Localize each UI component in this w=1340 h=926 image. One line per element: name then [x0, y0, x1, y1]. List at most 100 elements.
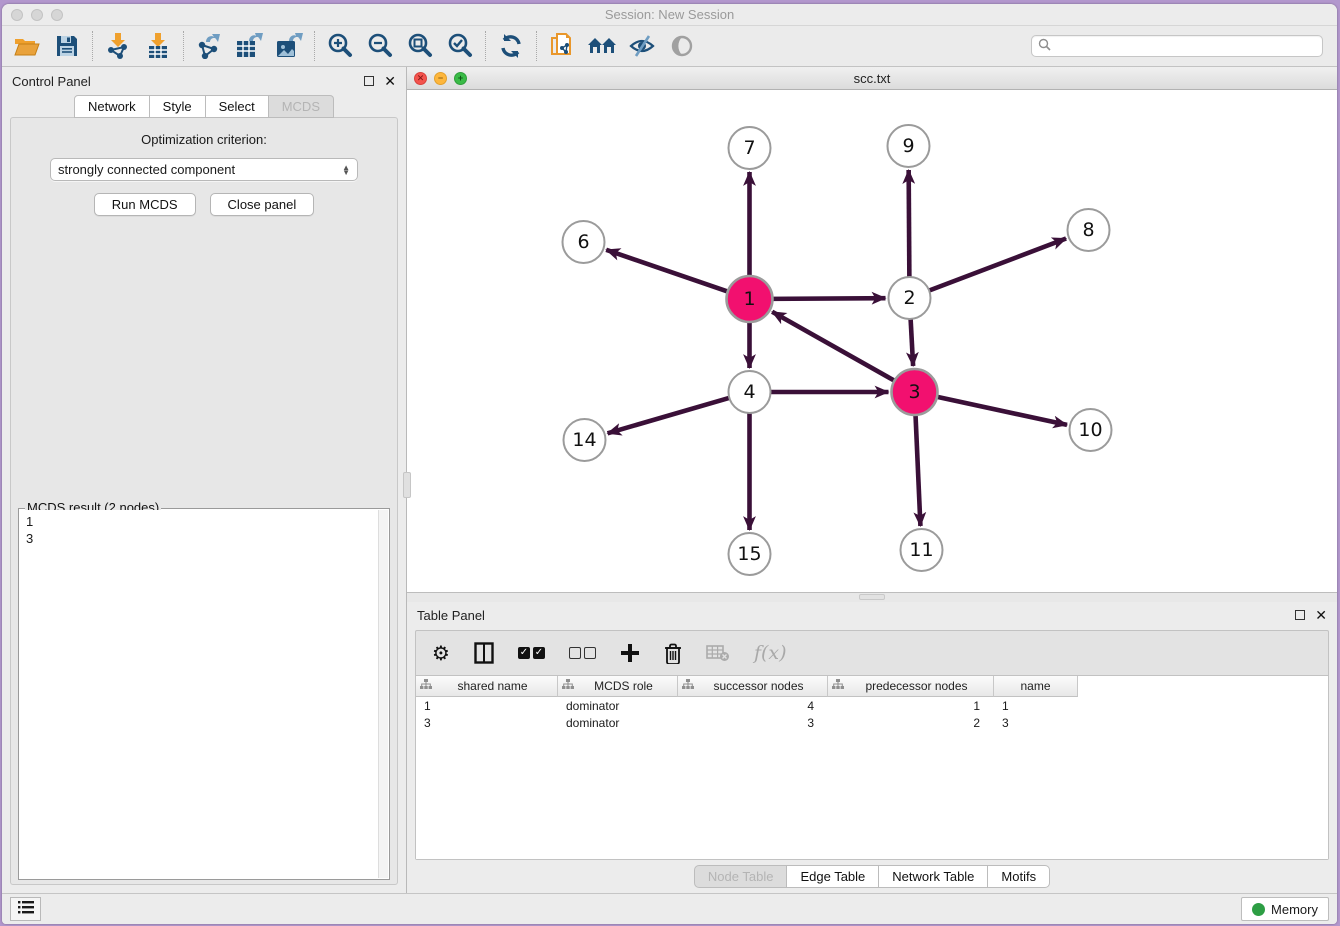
control-panel-title: Control Panel	[12, 74, 91, 89]
tab-mcds[interactable]: MCDS	[269, 95, 334, 118]
search-input[interactable]	[1055, 39, 1316, 53]
table-header-row: shared name MCDS role successor nodes	[416, 676, 1328, 697]
horizontal-splitter[interactable]	[407, 593, 1337, 602]
tab-network[interactable]: Network	[74, 95, 150, 118]
mcds-result-text: 1 3	[20, 510, 378, 878]
cell-shared-name[interactable]: 1	[416, 697, 558, 714]
col-header-name[interactable]: name	[994, 676, 1078, 697]
task-history-button[interactable]	[10, 897, 41, 921]
optimization-criterion-label: Optimization criterion:	[141, 132, 267, 147]
tab-node-table[interactable]: Node Table	[694, 865, 788, 888]
col-header-successor-nodes[interactable]: successor nodes	[678, 676, 828, 697]
show-hidden-button[interactable]	[667, 32, 697, 60]
app-window: Session: New Session	[2, 4, 1337, 924]
save-session-button[interactable]	[52, 32, 82, 60]
table-close-panel-icon[interactable]: ✕	[1315, 610, 1327, 620]
close-panel-icon[interactable]: ✕	[384, 76, 396, 86]
cell-successor-nodes[interactable]: 3	[678, 714, 828, 731]
zoom-in-button[interactable]	[325, 32, 355, 60]
cell-predecessor-nodes[interactable]: 2	[828, 714, 994, 731]
select-all-icon[interactable]: ✓✓	[518, 647, 545, 659]
table-row[interactable]: 3 dominator 3 2 3	[416, 714, 1328, 731]
export-network-icon	[196, 33, 222, 59]
zoom-in-icon	[327, 33, 353, 59]
export-image-button[interactable]	[274, 32, 304, 60]
vertical-splitter-handle[interactable]	[403, 472, 411, 498]
network-view-window: ✕ − + scc.txt 12346789101114	[407, 67, 1337, 593]
delete-row-trash-icon[interactable]	[664, 643, 682, 664]
result-scrollbar[interactable]	[378, 510, 388, 878]
table-float-panel-icon[interactable]	[1295, 610, 1305, 620]
list-icon	[18, 901, 34, 917]
refresh-button[interactable]	[496, 32, 526, 60]
export-table-icon	[235, 33, 263, 59]
run-mcds-button[interactable]: Run MCDS	[94, 193, 196, 216]
hide-eye-icon	[629, 34, 655, 58]
cell-name[interactable]: 1	[994, 697, 1078, 714]
duplicate-network-button[interactable]	[547, 32, 577, 60]
cell-mcds-role[interactable]: dominator	[558, 714, 678, 731]
open-file-button[interactable]	[12, 32, 42, 60]
graph-edge-2-3[interactable]	[911, 317, 914, 366]
titlebar: Session: New Session	[2, 4, 1337, 26]
import-network-button[interactable]	[103, 32, 133, 60]
memory-button[interactable]: Memory	[1241, 897, 1329, 921]
control-panel-header: Control Panel ✕	[2, 67, 406, 95]
horizontal-splitter-handle[interactable]	[859, 594, 885, 600]
tab-network-table[interactable]: Network Table	[879, 865, 988, 888]
graph-node-label: 14	[572, 429, 596, 451]
tab-motifs[interactable]: Motifs	[988, 865, 1050, 888]
graph-edge-4-14[interactable]	[608, 397, 732, 433]
first-neighbors-button[interactable]	[587, 32, 617, 60]
export-table-button[interactable]	[234, 32, 264, 60]
show-column-icon[interactable]	[474, 642, 494, 664]
network-canvas[interactable]: 1234678910111415	[407, 90, 1337, 592]
graph-node-label: 2	[903, 287, 915, 309]
add-row-icon[interactable]	[620, 643, 640, 663]
cell-predecessor-nodes[interactable]: 1	[828, 697, 994, 714]
graph-edge-2-9[interactable]	[909, 170, 910, 279]
cell-shared-name[interactable]: 3	[416, 714, 558, 731]
import-table-button[interactable]	[143, 32, 173, 60]
export-network-button[interactable]	[194, 32, 224, 60]
tab-edge-table[interactable]: Edge Table	[787, 865, 879, 888]
graph-edge-2-8[interactable]	[927, 239, 1066, 292]
cell-successor-nodes[interactable]: 4	[678, 697, 828, 714]
graph-edge-1-6[interactable]	[606, 250, 729, 292]
cell-name[interactable]: 3	[994, 714, 1078, 731]
table-row[interactable]: 1 dominator 4 1 1	[416, 697, 1328, 714]
hide-selected-button[interactable]	[627, 32, 657, 60]
main-toolbar	[2, 26, 1337, 67]
fit-content-button[interactable]	[405, 32, 435, 60]
zoom-selected-button[interactable]	[445, 32, 475, 60]
hierarchy-icon	[420, 679, 432, 693]
graph-edge-3-10[interactable]	[935, 396, 1067, 425]
tab-select[interactable]: Select	[206, 95, 269, 118]
table-settings-gear-icon[interactable]: ⚙	[432, 641, 450, 666]
export-image-icon	[275, 33, 303, 59]
graph-edge-3-1[interactable]	[772, 312, 896, 382]
open-folder-icon	[14, 35, 40, 57]
col-header-mcds-role[interactable]: MCDS role	[558, 676, 678, 697]
graph-edge-1-2[interactable]	[770, 298, 885, 299]
deselect-all-icon[interactable]	[569, 647, 596, 659]
close-panel-button[interactable]: Close panel	[210, 193, 315, 216]
graph-node-label: 6	[577, 231, 589, 253]
search-field-wrap	[1031, 35, 1323, 57]
col-header-shared-name[interactable]: shared name	[416, 676, 558, 697]
graph-node-label: 1	[743, 288, 755, 310]
tab-style[interactable]: Style	[150, 95, 206, 118]
zoom-selected-icon	[447, 33, 473, 59]
network-window-title: scc.txt	[407, 71, 1337, 86]
criterion-select[interactable]: strongly connected component ▲▼	[50, 158, 358, 181]
graph-node-label: 9	[902, 135, 914, 157]
zoom-out-button[interactable]	[365, 32, 395, 60]
mcds-panel-body: Optimization criterion: strongly connect…	[10, 117, 398, 885]
search-box[interactable]	[1031, 35, 1323, 57]
col-header-predecessor-nodes[interactable]: predecessor nodes	[828, 676, 994, 697]
cell-mcds-role[interactable]: dominator	[558, 697, 678, 714]
save-icon	[56, 35, 78, 57]
graph-edge-3-11[interactable]	[915, 413, 920, 526]
node-table[interactable]: shared name MCDS role successor nodes	[416, 675, 1328, 859]
float-panel-icon[interactable]	[364, 76, 374, 86]
